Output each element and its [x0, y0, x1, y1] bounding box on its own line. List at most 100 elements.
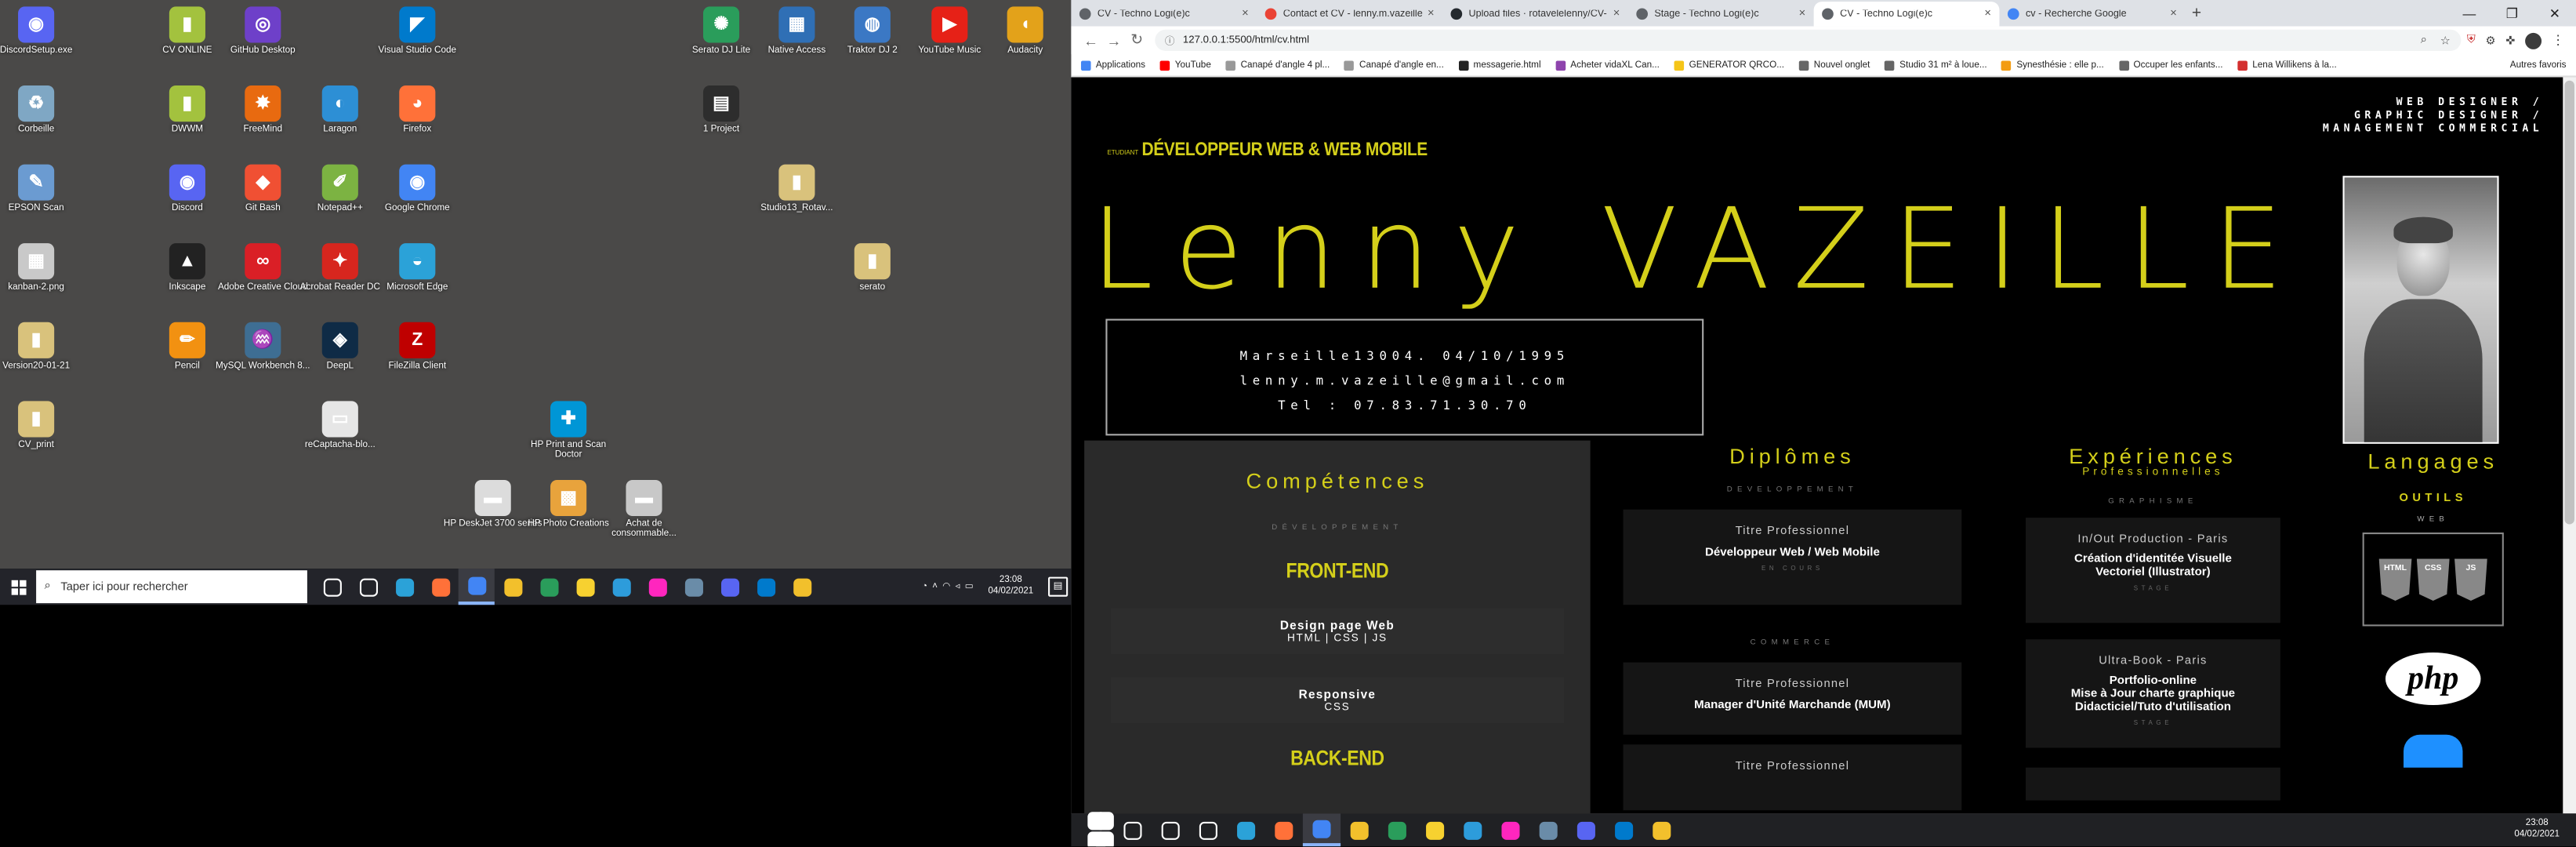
taskbar-app-button[interactable]: [1114, 813, 1152, 846]
taskbar-app-button[interactable]: [711, 569, 747, 605]
address-bar[interactable]: ⓘ 127.0.0.1:5500/html/cv.html ⌕ ☆: [1155, 29, 2461, 51]
desktop-icon[interactable]: Z FileZilla Client: [368, 322, 466, 372]
desktop-icon[interactable]: ▤ 1 Project: [672, 85, 771, 135]
zoom-search-icon[interactable]: ⌕: [2421, 34, 2427, 47]
taskbar-app-button[interactable]: [350, 569, 386, 605]
taskbar-app-button[interactable]: [495, 569, 531, 605]
minimize-button[interactable]: —: [2448, 5, 2491, 20]
desktop-icon[interactable]: ◉ Google Chrome: [368, 164, 466, 214]
desktop-icon[interactable]: ♻ Corbeille: [0, 85, 85, 135]
desktop-icon[interactable]: ▬ Achat de consommable...: [595, 479, 694, 540]
bookmark-item[interactable]: YouTube: [1159, 60, 1211, 71]
bookmark-item[interactable]: GENERATOR QRCO...: [1674, 60, 1784, 71]
desktop-icon[interactable]: ▮ Studio13_Rotav...: [748, 164, 847, 214]
profile-avatar[interactable]: [2525, 31, 2542, 49]
bookmark-item[interactable]: Nouvel onglet: [1798, 60, 1870, 71]
taskbar-app-button[interactable]: [1416, 813, 1453, 846]
desktop-icon[interactable]: ✎ EPSON Scan: [0, 164, 85, 214]
tray-wifi-icon[interactable]: ◠: [942, 582, 950, 592]
browser-tab[interactable]: Upload files · rotavelelenny/CV- ×: [1442, 2, 1628, 26]
extensions-puzzle-icon[interactable]: ✜: [2505, 34, 2515, 47]
browser-tab[interactable]: CV - Techno Logi(e)c ×: [1813, 2, 2000, 27]
back-arrow-icon[interactable]: ←: [1079, 32, 1102, 49]
maximize-button[interactable]: ❐: [2491, 5, 2533, 20]
tab-close-icon[interactable]: ×: [1984, 8, 1991, 20]
bookmark-star-icon[interactable]: ☆: [2440, 34, 2451, 47]
tray-network-icon[interactable]: ◔: [922, 582, 927, 592]
bookmark-item[interactable]: Occuper les enfants...: [2118, 60, 2223, 71]
contact-email[interactable]: lenny.m.vazeille@gmail.com: [1108, 368, 1703, 392]
taskbar-app-button[interactable]: [531, 569, 567, 605]
reload-icon[interactable]: ↻: [1126, 31, 1148, 49]
taskbar-app-button[interactable]: [1189, 813, 1227, 846]
start-button-right[interactable]: [1076, 811, 1114, 847]
desktop-icon[interactable]: ◎ GitHub Desktop: [213, 6, 312, 56]
desktop-icon[interactable]: ▦ kanban-2.png: [0, 243, 85, 293]
scrollbar-thumb[interactable]: [2564, 80, 2574, 525]
bookmark-item[interactable]: Canapé d'angle en...: [1344, 60, 1444, 71]
tray-chevron-up-icon[interactable]: ˄: [932, 582, 938, 592]
bookmark-item[interactable]: Applications: [1080, 60, 1145, 71]
bookmark-item[interactable]: messagerie.html: [1458, 60, 1541, 71]
notification-center-icon[interactable]: ▤: [1048, 576, 1068, 597]
taskbar-app-button[interactable]: [423, 569, 459, 605]
desktop-icon[interactable]: ▭ reCaptacha-blo...: [291, 401, 390, 450]
taskbar-app-button[interactable]: [1265, 813, 1303, 846]
page-scrollbar[interactable]: [2563, 77, 2576, 814]
taskbar-app-button[interactable]: [386, 569, 422, 605]
taskbar-app-button[interactable]: [1529, 813, 1567, 846]
taskbar-app-button[interactable]: [1643, 813, 1681, 846]
tab-close-icon[interactable]: ×: [1799, 8, 1806, 20]
taskbar-app-button[interactable]: [1341, 813, 1378, 846]
taskbar-app-button[interactable]: [567, 569, 603, 605]
browser-tab[interactable]: Stage - Techno Logi(e)c ×: [1628, 2, 1814, 26]
bookmark-item[interactable]: Studio 31 m² à loue...: [1885, 60, 1987, 71]
forward-arrow-icon[interactable]: →: [1102, 32, 1125, 49]
desktop-icon[interactable]: ◒ Microsoft Edge: [368, 243, 466, 293]
start-button[interactable]: [0, 569, 36, 605]
taskbar-app-button[interactable]: [314, 569, 350, 605]
taskbar-app-button[interactable]: [1152, 813, 1189, 846]
tray-volume-icon[interactable]: ◃: [956, 582, 960, 592]
taskbar-app-button[interactable]: [1492, 813, 1529, 846]
taskbar-app-button[interactable]: [1227, 813, 1264, 846]
browser-tab[interactable]: Contact et CV - lenny.m.vazeille@ ×: [1257, 2, 1442, 26]
desktop-icon[interactable]: ▮ serato: [823, 243, 922, 293]
desktop-icon[interactable]: ◕ Firefox: [368, 85, 466, 135]
desktop-icon[interactable]: ◖ Audacity: [976, 6, 1075, 56]
taskbar-app-button[interactable]: [1302, 813, 1341, 847]
desktop-icon[interactable]: ✚ HP Print and Scan Doctor: [519, 401, 618, 461]
tab-close-icon[interactable]: ×: [1242, 8, 1249, 20]
tray-battery-icon[interactable]: ▭: [965, 582, 974, 592]
bookmark-item[interactable]: Lena Willikens à la...: [2237, 60, 2337, 71]
taskbar-right-clock[interactable]: 23:08 04/02/2021: [2514, 819, 2576, 842]
taskbar-app-button[interactable]: [1605, 813, 1642, 846]
tab-close-icon[interactable]: ×: [2170, 8, 2177, 20]
new-tab-button[interactable]: +: [2185, 3, 2208, 26]
site-info-icon[interactable]: ⓘ: [1165, 33, 1175, 48]
taskbar-app-button[interactable]: [1567, 813, 1605, 846]
contact-phone[interactable]: Tel : 07.83.71.30.70: [1108, 393, 1703, 417]
taskbar-app-button[interactable]: [1454, 813, 1492, 846]
tab-close-icon[interactable]: ×: [1428, 8, 1435, 20]
taskbar-clock[interactable]: 23:08 04/02/2021: [988, 575, 1033, 598]
chrome-menu-icon[interactable]: ⋮: [2552, 33, 2565, 48]
other-bookmarks-folder[interactable]: Autres favoris: [2510, 60, 2567, 70]
taskbar-app-button[interactable]: [748, 569, 784, 605]
browser-tab[interactable]: cv - Recherche Google ×: [1999, 2, 2185, 26]
desktop-icon[interactable]: ▮ CV_print: [0, 401, 85, 450]
browser-tab[interactable]: CV - Techno Logi(e)c ×: [1071, 2, 1257, 26]
taskbar-search-box[interactable]: ⌕ Taper ici pour rechercher: [36, 570, 307, 604]
taskbar-app-button[interactable]: [603, 569, 639, 605]
taskbar-app-button[interactable]: [784, 569, 820, 605]
desktop-icon[interactable]: ◤ Visual Studio Code: [368, 6, 466, 56]
bookmark-item[interactable]: Canapé d'angle 4 pl...: [1225, 60, 1330, 71]
extension-gear-icon[interactable]: ⚙: [2485, 34, 2495, 47]
tab-close-icon[interactable]: ×: [1613, 8, 1620, 20]
desktop-icon[interactable]: ◉ DiscordSetup.exe: [0, 6, 85, 56]
taskbar-app-button[interactable]: [639, 569, 675, 605]
taskbar-app-button[interactable]: [1378, 813, 1416, 846]
taskbar-app-button[interactable]: [675, 569, 711, 605]
bookmark-item[interactable]: Acheter vidaXL Can...: [1555, 60, 1660, 71]
close-window-button[interactable]: ✕: [2534, 5, 2576, 20]
